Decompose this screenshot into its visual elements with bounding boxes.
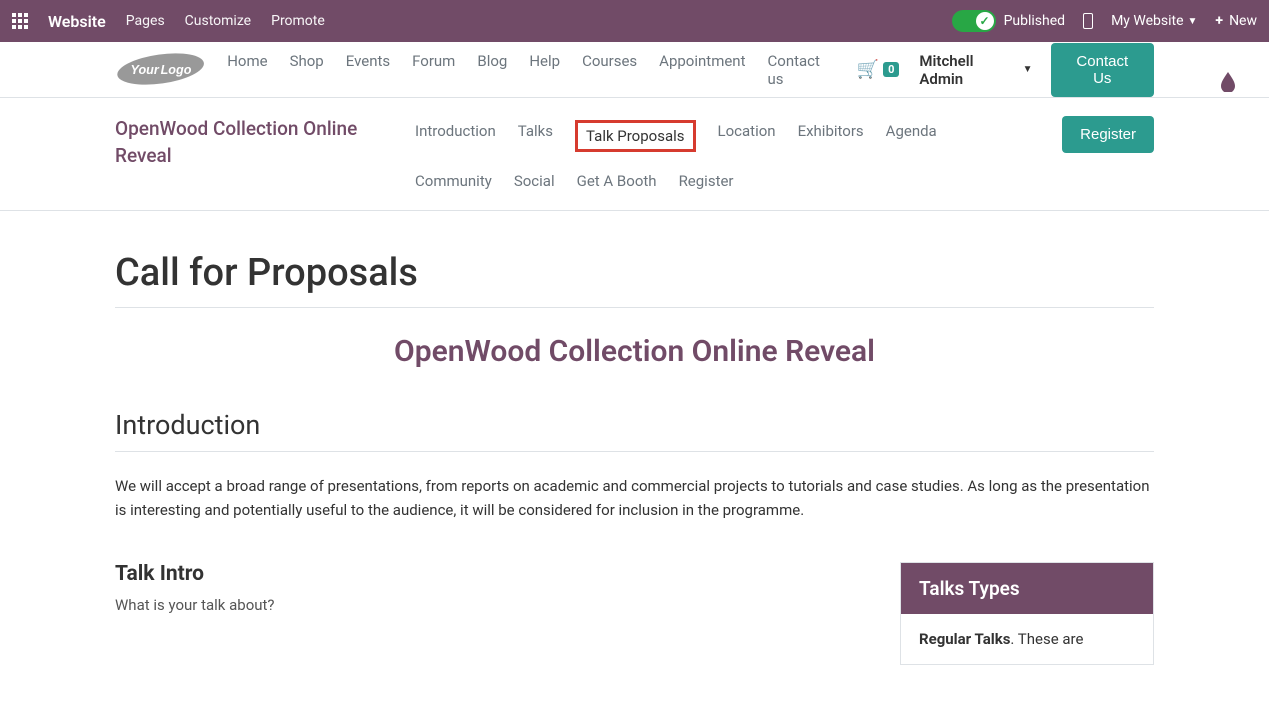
event-subtitle: OpenWood Collection Online Reveal (115, 334, 1154, 369)
caret-down-icon: ▼ (1188, 16, 1198, 27)
apps-icon[interactable] (12, 13, 28, 29)
event-tab-agenda[interactable]: Agenda (886, 120, 937, 152)
cart-button[interactable]: 🛒 0 (857, 59, 900, 80)
regular-talks-bold: Regular Talks (919, 630, 1010, 648)
event-tab-talks[interactable]: Talks (518, 120, 553, 152)
mobile-preview-icon[interactable] (1083, 13, 1093, 29)
nav-forum[interactable]: Forum (412, 52, 455, 88)
nav-appointment[interactable]: Appointment (659, 52, 745, 88)
event-tab-introduction[interactable]: Introduction (415, 120, 496, 152)
nav-events[interactable]: Events (346, 52, 390, 88)
topbar-pages[interactable]: Pages (126, 13, 165, 29)
regular-talks-rest: . These are (1010, 630, 1083, 648)
topbar-customize[interactable]: Customize (185, 13, 251, 29)
cart-count: 0 (883, 62, 899, 77)
drop-indicator-icon (1217, 70, 1239, 92)
svg-text:Logo: Logo (161, 63, 192, 77)
nav-blog[interactable]: Blog (477, 52, 507, 88)
app-name[interactable]: Website (48, 12, 106, 31)
talks-types-body: Regular Talks. These are (901, 614, 1153, 664)
my-website-dropdown[interactable]: My Website ▼ (1111, 13, 1197, 29)
logo[interactable]: Your Logo (115, 52, 207, 87)
event-tab-talk-proposals[interactable]: Talk Proposals (575, 120, 695, 152)
nav-home[interactable]: Home (227, 52, 267, 88)
my-website-label: My Website (1111, 13, 1183, 29)
talks-types-header: Talks Types (901, 563, 1153, 614)
caret-down-icon: ▼ (1023, 64, 1033, 75)
topbar-promote[interactable]: Promote (271, 13, 325, 29)
new-label: New (1229, 13, 1257, 29)
nav-shop[interactable]: Shop (290, 52, 324, 88)
event-tab-community[interactable]: Community (415, 170, 492, 192)
intro-text: We will accept a broad range of presenta… (115, 474, 1154, 522)
event-tab-location[interactable]: Location (718, 120, 776, 152)
svg-text:Your: Your (131, 63, 160, 77)
page-title: Call for Proposals (115, 251, 1154, 308)
talks-types-box: Talks Types Regular Talks. These are (900, 562, 1154, 665)
event-tab-register[interactable]: Register (679, 170, 734, 192)
talk-intro-title: Talk Intro (115, 562, 870, 586)
register-button[interactable]: Register (1062, 116, 1154, 153)
user-menu[interactable]: Mitchell Admin ▼ (919, 52, 1032, 88)
new-button[interactable]: + New (1215, 13, 1257, 29)
event-tab-exhibitors[interactable]: Exhibitors (798, 120, 864, 152)
check-icon: ✓ (980, 14, 990, 28)
nav-courses[interactable]: Courses (582, 52, 637, 88)
nav-help[interactable]: Help (529, 52, 560, 88)
user-name: Mitchell Admin (919, 52, 1016, 88)
contact-us-button[interactable]: Contact Us (1051, 43, 1154, 97)
publish-toggle[interactable]: ✓ (952, 10, 996, 32)
event-title-link[interactable]: OpenWood Collection Online Reveal (115, 116, 375, 169)
cart-icon: 🛒 (857, 59, 879, 80)
event-tab-social[interactable]: Social (514, 170, 555, 192)
published-label: Published (1004, 13, 1065, 29)
intro-section-title: Introduction (115, 409, 1154, 452)
event-tab-get-a-booth[interactable]: Get A Booth (577, 170, 657, 192)
nav-contact[interactable]: Contact us (768, 52, 822, 88)
plus-icon: + (1215, 13, 1223, 29)
